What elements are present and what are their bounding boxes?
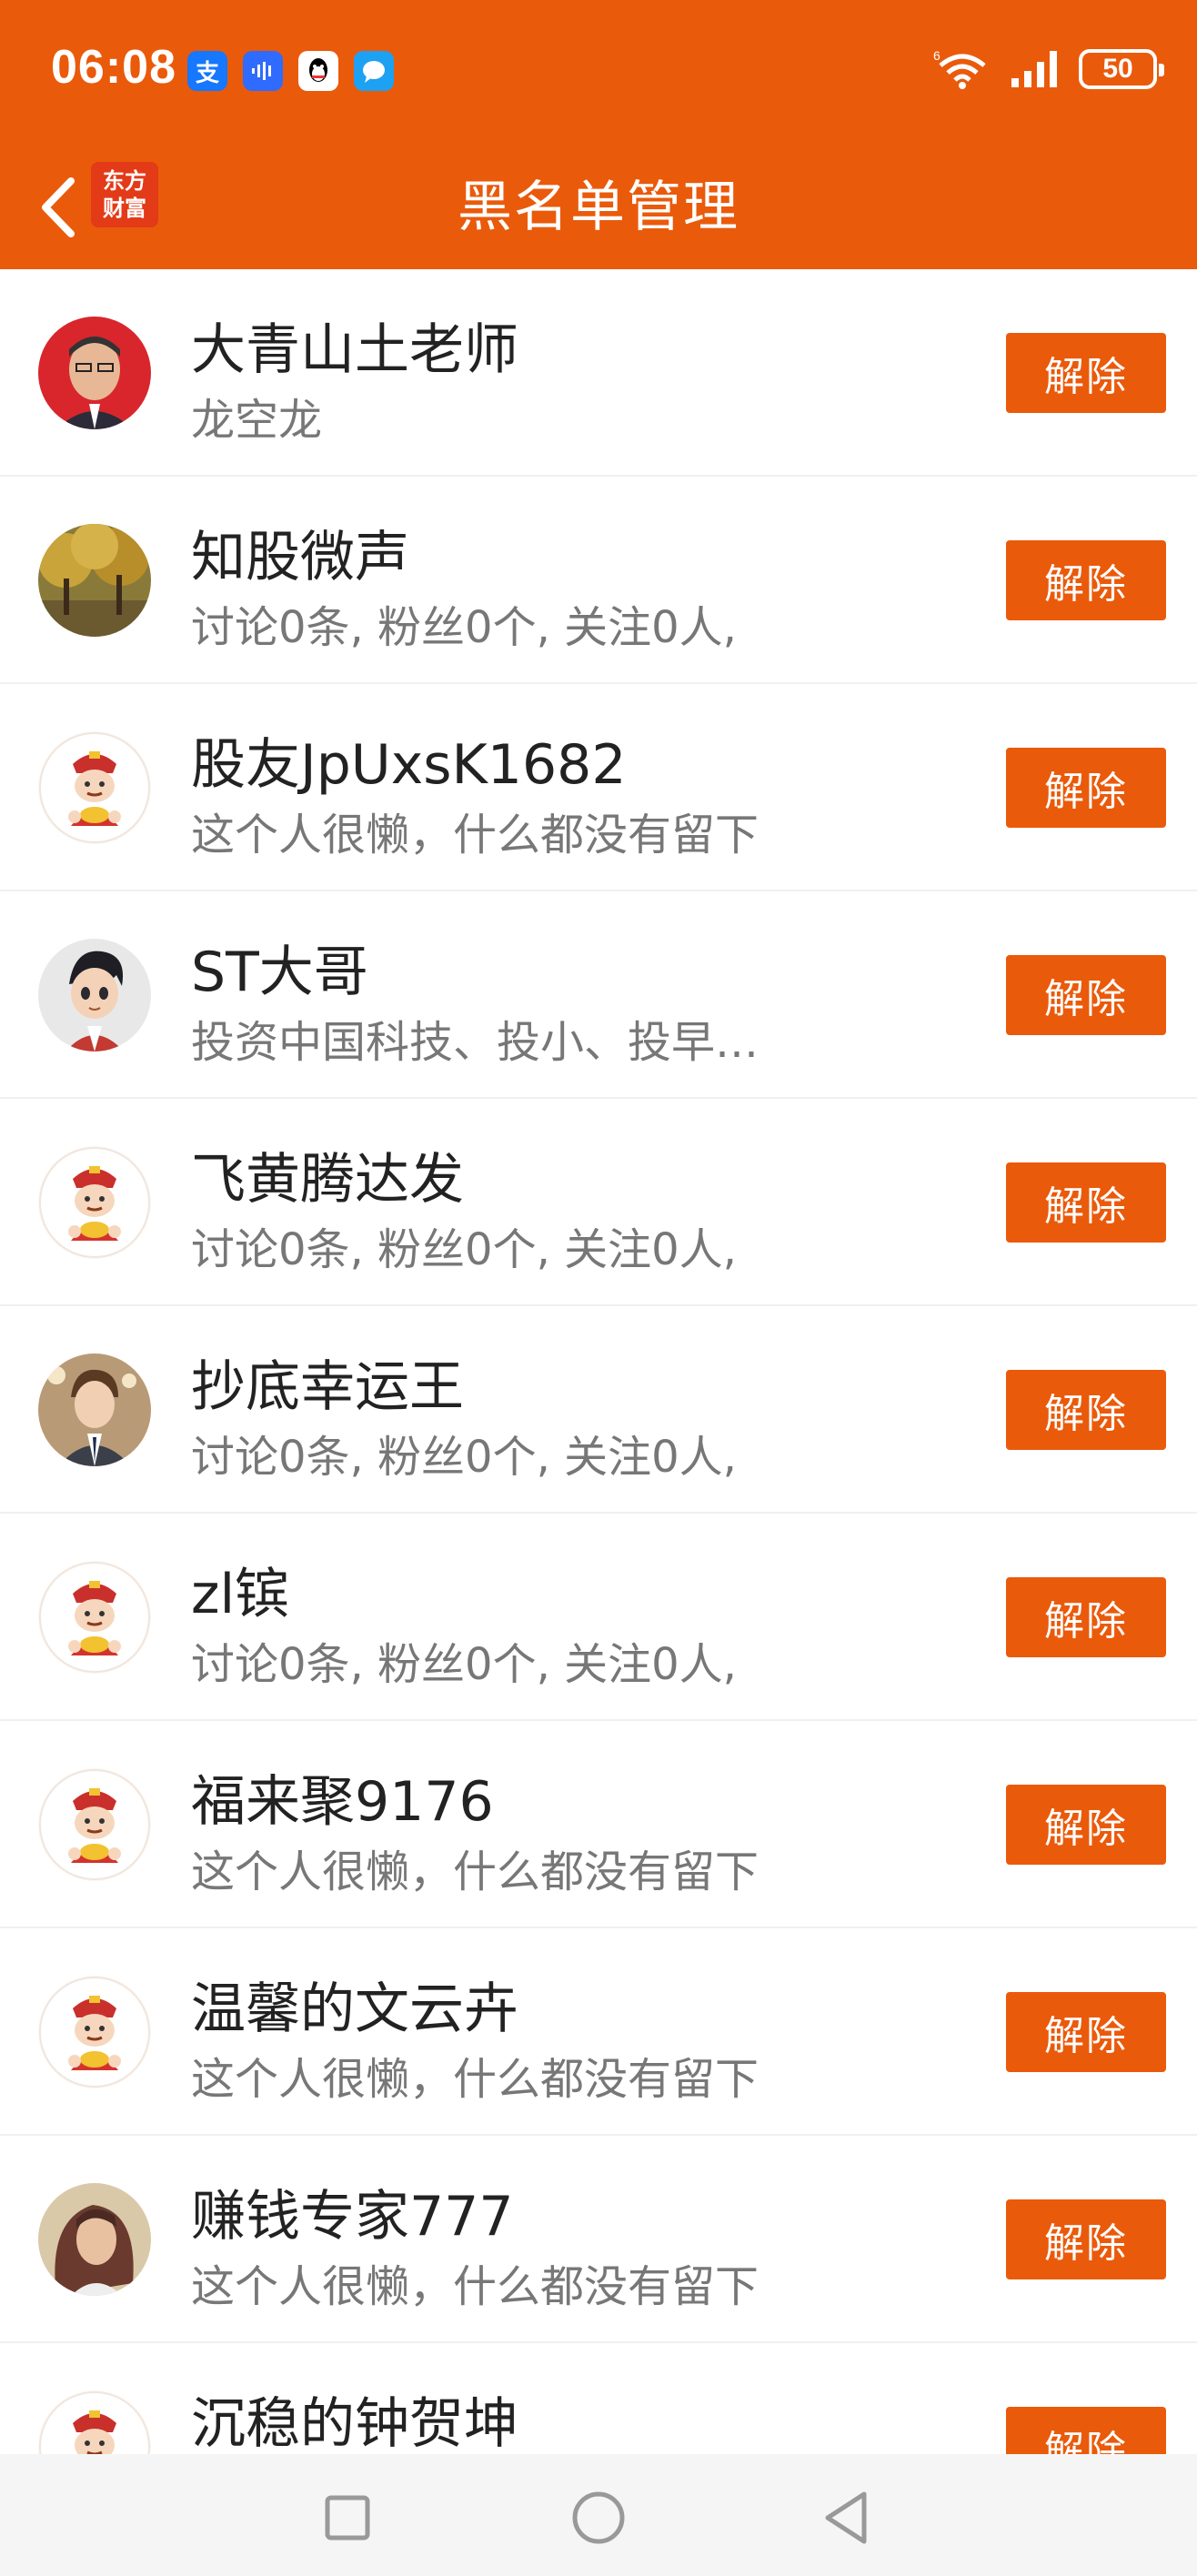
user-description: 投资中国科技、投小、投早…: [191, 1017, 759, 1068]
user-name: 赚钱专家777: [191, 2185, 514, 2249]
avatar[interactable]: [38, 1976, 151, 2088]
list-item[interactable]: 赚钱专家777 这个人很懒，什么都没有留下 解除: [0, 2136, 1197, 2343]
user-description: 这个人很懒，什么都没有留下: [191, 2054, 759, 2105]
user-description: 这个人很懒，什么都没有留下: [191, 1846, 759, 1897]
unblock-button[interactable]: 解除: [1006, 1992, 1166, 2072]
unblock-button[interactable]: 解除: [1006, 1162, 1166, 1243]
list-item[interactable]: 大青山土老师龙空龙 解除: [0, 269, 1197, 477]
avatar[interactable]: [38, 1561, 151, 1674]
app-header: 06:08 支 6 50 黑名单管理 东方 财富: [0, 0, 1197, 269]
unblock-button[interactable]: 解除: [1006, 1577, 1166, 1657]
unblock-button[interactable]: 解除: [1006, 333, 1166, 413]
unblock-button[interactable]: 解除: [1006, 2199, 1166, 2279]
user-description: 讨论0条, 粉丝0个, 关注0人,: [191, 1432, 737, 1483]
title-bar: 黑名单管理 东方 财富: [0, 146, 1197, 269]
user-name: 知股微声: [191, 526, 409, 589]
avatar[interactable]: [38, 1146, 151, 1259]
user-description: 这个人很懒，什么都没有留下: [191, 2261, 759, 2312]
status-indicators: 6 50: [933, 47, 1164, 91]
list-item[interactable]: 福来聚9176 这个人很懒，什么都没有留下 解除: [0, 1721, 1197, 1928]
user-name: 抄底幸运王: [191, 1355, 464, 1419]
qq-icon: [298, 51, 338, 91]
unblock-button[interactable]: 解除: [1006, 540, 1166, 620]
logo-line1: 东方: [103, 168, 146, 194]
chevron-left-icon: [42, 177, 75, 237]
wifi-icon: 6: [933, 48, 986, 89]
status-time: 06:08: [51, 41, 176, 94]
triangle-back-icon: [825, 2491, 867, 2544]
user-name: ST大哥: [191, 941, 368, 1004]
user-name: 飞黄腾达发: [191, 1148, 464, 1212]
unblock-button[interactable]: 解除: [1006, 955, 1166, 1035]
user-description: 龙空龙: [191, 395, 323, 446]
page-title: 黑名单管理: [458, 176, 739, 239]
avatar[interactable]: [38, 1768, 151, 1881]
user-name: 福来聚9176: [191, 1770, 494, 1834]
message-icon: [354, 51, 394, 91]
home-button[interactable]: [562, 2481, 635, 2554]
user-description: 这个人很懒，什么都没有留下: [191, 810, 759, 860]
blacklist: 大青山土老师 龙空龙 解除 知股微声 讨论0条, 粉丝0个, 关注0人, 解除 股友JpUx…: [0, 269, 1197, 2551]
avatar[interactable]: [38, 2183, 151, 2296]
system-nav-bar: [0, 2454, 1197, 2576]
user-name: 温馨的文云卉: [191, 1977, 518, 2041]
voice-icon: [243, 51, 283, 91]
circle-icon: [572, 2491, 625, 2544]
square-icon: [325, 2495, 370, 2541]
unblock-button[interactable]: 解除: [1006, 1370, 1166, 1450]
user-description: 讨论0条, 粉丝0个, 关注0人,: [191, 602, 737, 653]
avatar[interactable]: [38, 524, 151, 637]
list-item[interactable]: 知股微声讨论0条, 粉丝0个, 关注0人, 解除: [0, 477, 1197, 684]
app-logo: 东方 财富: [91, 162, 158, 227]
notification-icons: 支: [187, 51, 394, 91]
signal-icon: [1011, 51, 1057, 87]
user-name: zl镔: [191, 1563, 290, 1626]
unblock-button[interactable]: 解除: [1006, 748, 1166, 828]
logo-line2: 财富: [103, 196, 146, 221]
user-name: 沉稳的钟贺坤: [191, 2392, 518, 2456]
user-name: 大青山土老师: [191, 318, 518, 382]
status-bar: 06:08 支 6 50: [0, 0, 1197, 146]
back-button[interactable]: [22, 171, 95, 244]
avatar[interactable]: [38, 1353, 151, 1466]
network-label: 6: [933, 48, 940, 63]
back-nav-button[interactable]: [810, 2481, 882, 2554]
list-item[interactable]: 温馨的文云卉这个人很懒，什么都没有留下 解除: [0, 1928, 1197, 2136]
user-description: 讨论0条, 粉丝0个, 关注0人,: [191, 1224, 737, 1275]
avatar[interactable]: [38, 939, 151, 1052]
list-item[interactable]: 飞黄腾达发讨论0条, 粉丝0个, 关注0人, 解除: [0, 1099, 1197, 1306]
list-item[interactable]: ST大哥投资中国科技、投小、投早… 解除: [0, 891, 1197, 1099]
alipay-icon: 支: [187, 51, 227, 91]
battery-indicator: 50: [1079, 49, 1164, 89]
list-item[interactable]: 抄底幸运王讨论0条, 粉丝0个, 关注0人, 解除: [0, 1306, 1197, 1514]
avatar[interactable]: [38, 731, 151, 844]
recents-button[interactable]: [311, 2481, 384, 2554]
unblock-button[interactable]: 解除: [1006, 1785, 1166, 1865]
list-item[interactable]: zl镔讨论0条, 粉丝0个, 关注0人, 解除: [0, 1514, 1197, 1721]
user-name: 股友JpUxsK1682: [191, 733, 627, 797]
user-description: 讨论0条, 粉丝0个, 关注0人,: [191, 1639, 737, 1690]
list-item[interactable]: 股友JpUxsK1682 这个人很懒，什么都没有留下 解除: [0, 684, 1197, 891]
avatar[interactable]: [38, 317, 151, 429]
